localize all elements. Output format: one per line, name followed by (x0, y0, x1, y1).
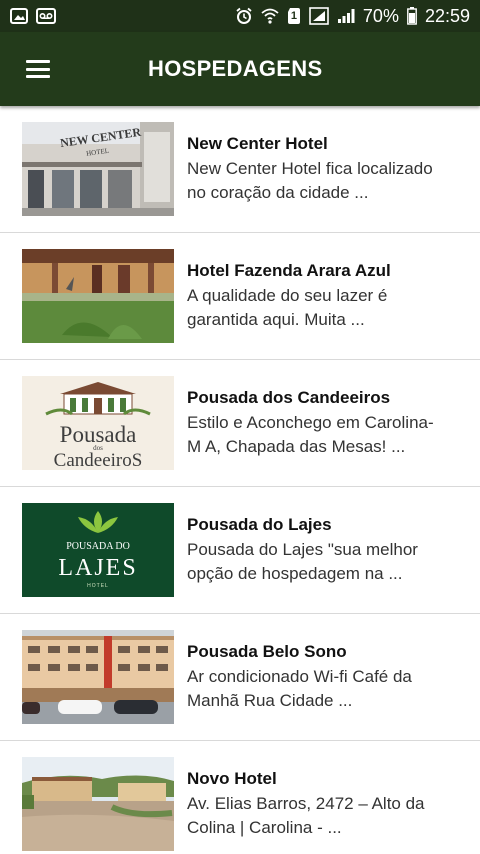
sim-card-icon: 1 (287, 7, 301, 25)
list-item-text: Pousada do Lajes Pousada do Lajes "sua m… (187, 515, 480, 586)
list-item-text: Pousada dos Candeeiros Estilo e Aconcheg… (187, 388, 480, 459)
lodging-list: NEW CENTER HOTEL New Center Hotel New Ce… (0, 106, 480, 854)
hotel-name: Pousada Belo Sono (187, 641, 347, 661)
list-item-pousada-belo-sono[interactable]: Pousada Belo Sono Ar condicionado Wi-fi … (0, 614, 480, 741)
hotel-description-line2: garantida aqui. Muita ... (187, 309, 365, 329)
lajes-logo-word3: HOTEL (87, 583, 109, 589)
battery-percent: 70% (362, 5, 399, 26)
hotel-name: Novo Hotel (187, 768, 277, 788)
candeeiros-logo-word3: CandeeiroS (54, 450, 143, 470)
alarm-icon (235, 7, 253, 25)
app-bar: HOSPEDAGENS (0, 32, 480, 106)
menu-button[interactable] (0, 32, 76, 106)
list-item-novo-hotel[interactable]: Novo Hotel Av. Elias Barros, 2472 – Alto… (0, 741, 480, 854)
hotel-name: Pousada do Lajes (187, 514, 332, 534)
hotel-photo: NEW CENTER HOTEL (22, 122, 174, 216)
hotel-description-line1: A qualidade do seu lazer é (187, 285, 388, 305)
hotel-description-line2: M A, Chapada das Mesas! ... (187, 436, 406, 456)
pousada-lajes-logo: POUSADA DO LAJES HOTEL (22, 503, 174, 597)
hotel-description-line2: opção de hospedagem na ... (187, 563, 403, 583)
hotel-photo (22, 249, 174, 343)
hotel-description-line2: no coração da cidade ... (187, 182, 369, 202)
list-item-text: Novo Hotel Av. Elias Barros, 2472 – Alto… (187, 769, 480, 840)
lajes-logo-word1: POUSADA DO (66, 541, 130, 552)
hotel-photo (22, 630, 174, 724)
list-item-text: Hotel Fazenda Arara Azul A qualidade do … (187, 261, 480, 332)
hotel-name: New Center Hotel (187, 133, 328, 153)
list-item-pousada-dos-candeeiros[interactable]: Pousada dos CandeeiroS Pousada dos Cande… (0, 360, 480, 487)
voicemail-notification-icon (36, 8, 56, 24)
hotel-description-line1: Pousada do Lajes "sua melhor (187, 539, 418, 559)
data-signal-icon (309, 7, 329, 25)
hotel-description-line1: Ar condicionado Wi-fi Café da (187, 666, 412, 686)
signal-strength-icon (337, 8, 355, 24)
hotel-description-line1: New Center Hotel fica localizado (187, 158, 433, 178)
list-item-new-center-hotel[interactable]: NEW CENTER HOTEL New Center Hotel New Ce… (0, 106, 480, 233)
hotel-photo (22, 757, 174, 851)
page-title: HOSPEDAGENS (148, 56, 323, 81)
pousada-candeeiros-logo: Pousada dos CandeeiroS (22, 376, 174, 470)
hotel-description-line1: Av. Elias Barros, 2472 – Alto da (187, 793, 425, 813)
sim-slot-label: 1 (290, 10, 297, 22)
wifi-icon (261, 7, 279, 25)
hamburger-icon (26, 60, 50, 78)
status-bar: 1 70% 22:59 (0, 0, 480, 32)
gallery-notification-icon (10, 8, 28, 24)
battery-icon (407, 7, 417, 25)
list-item-text: Pousada Belo Sono Ar condicionado Wi-fi … (187, 642, 480, 713)
list-item-hotel-fazenda-arara-azul[interactable]: Hotel Fazenda Arara Azul A qualidade do … (0, 233, 480, 360)
clock: 22:59 (424, 5, 470, 26)
hotel-description-line2: Manhã Rua Cidade ... (187, 690, 353, 710)
hotel-name: Hotel Fazenda Arara Azul (187, 260, 391, 280)
status-right: 1 70% 22:59 (235, 6, 470, 27)
status-left (10, 8, 56, 24)
hotel-name: Pousada dos Candeeiros (187, 387, 391, 407)
hotel-description-line1: Estilo e Aconchego em Carolina- (187, 412, 434, 432)
lajes-logo-word2: LAJES (58, 555, 137, 581)
list-item-text: New Center Hotel New Center Hotel fica l… (187, 134, 480, 205)
list-item-pousada-do-lajes[interactable]: POUSADA DO LAJES HOTEL Pousada do Lajes … (0, 487, 480, 614)
hotel-description-line2: Colina | Carolina - ... (187, 817, 342, 837)
